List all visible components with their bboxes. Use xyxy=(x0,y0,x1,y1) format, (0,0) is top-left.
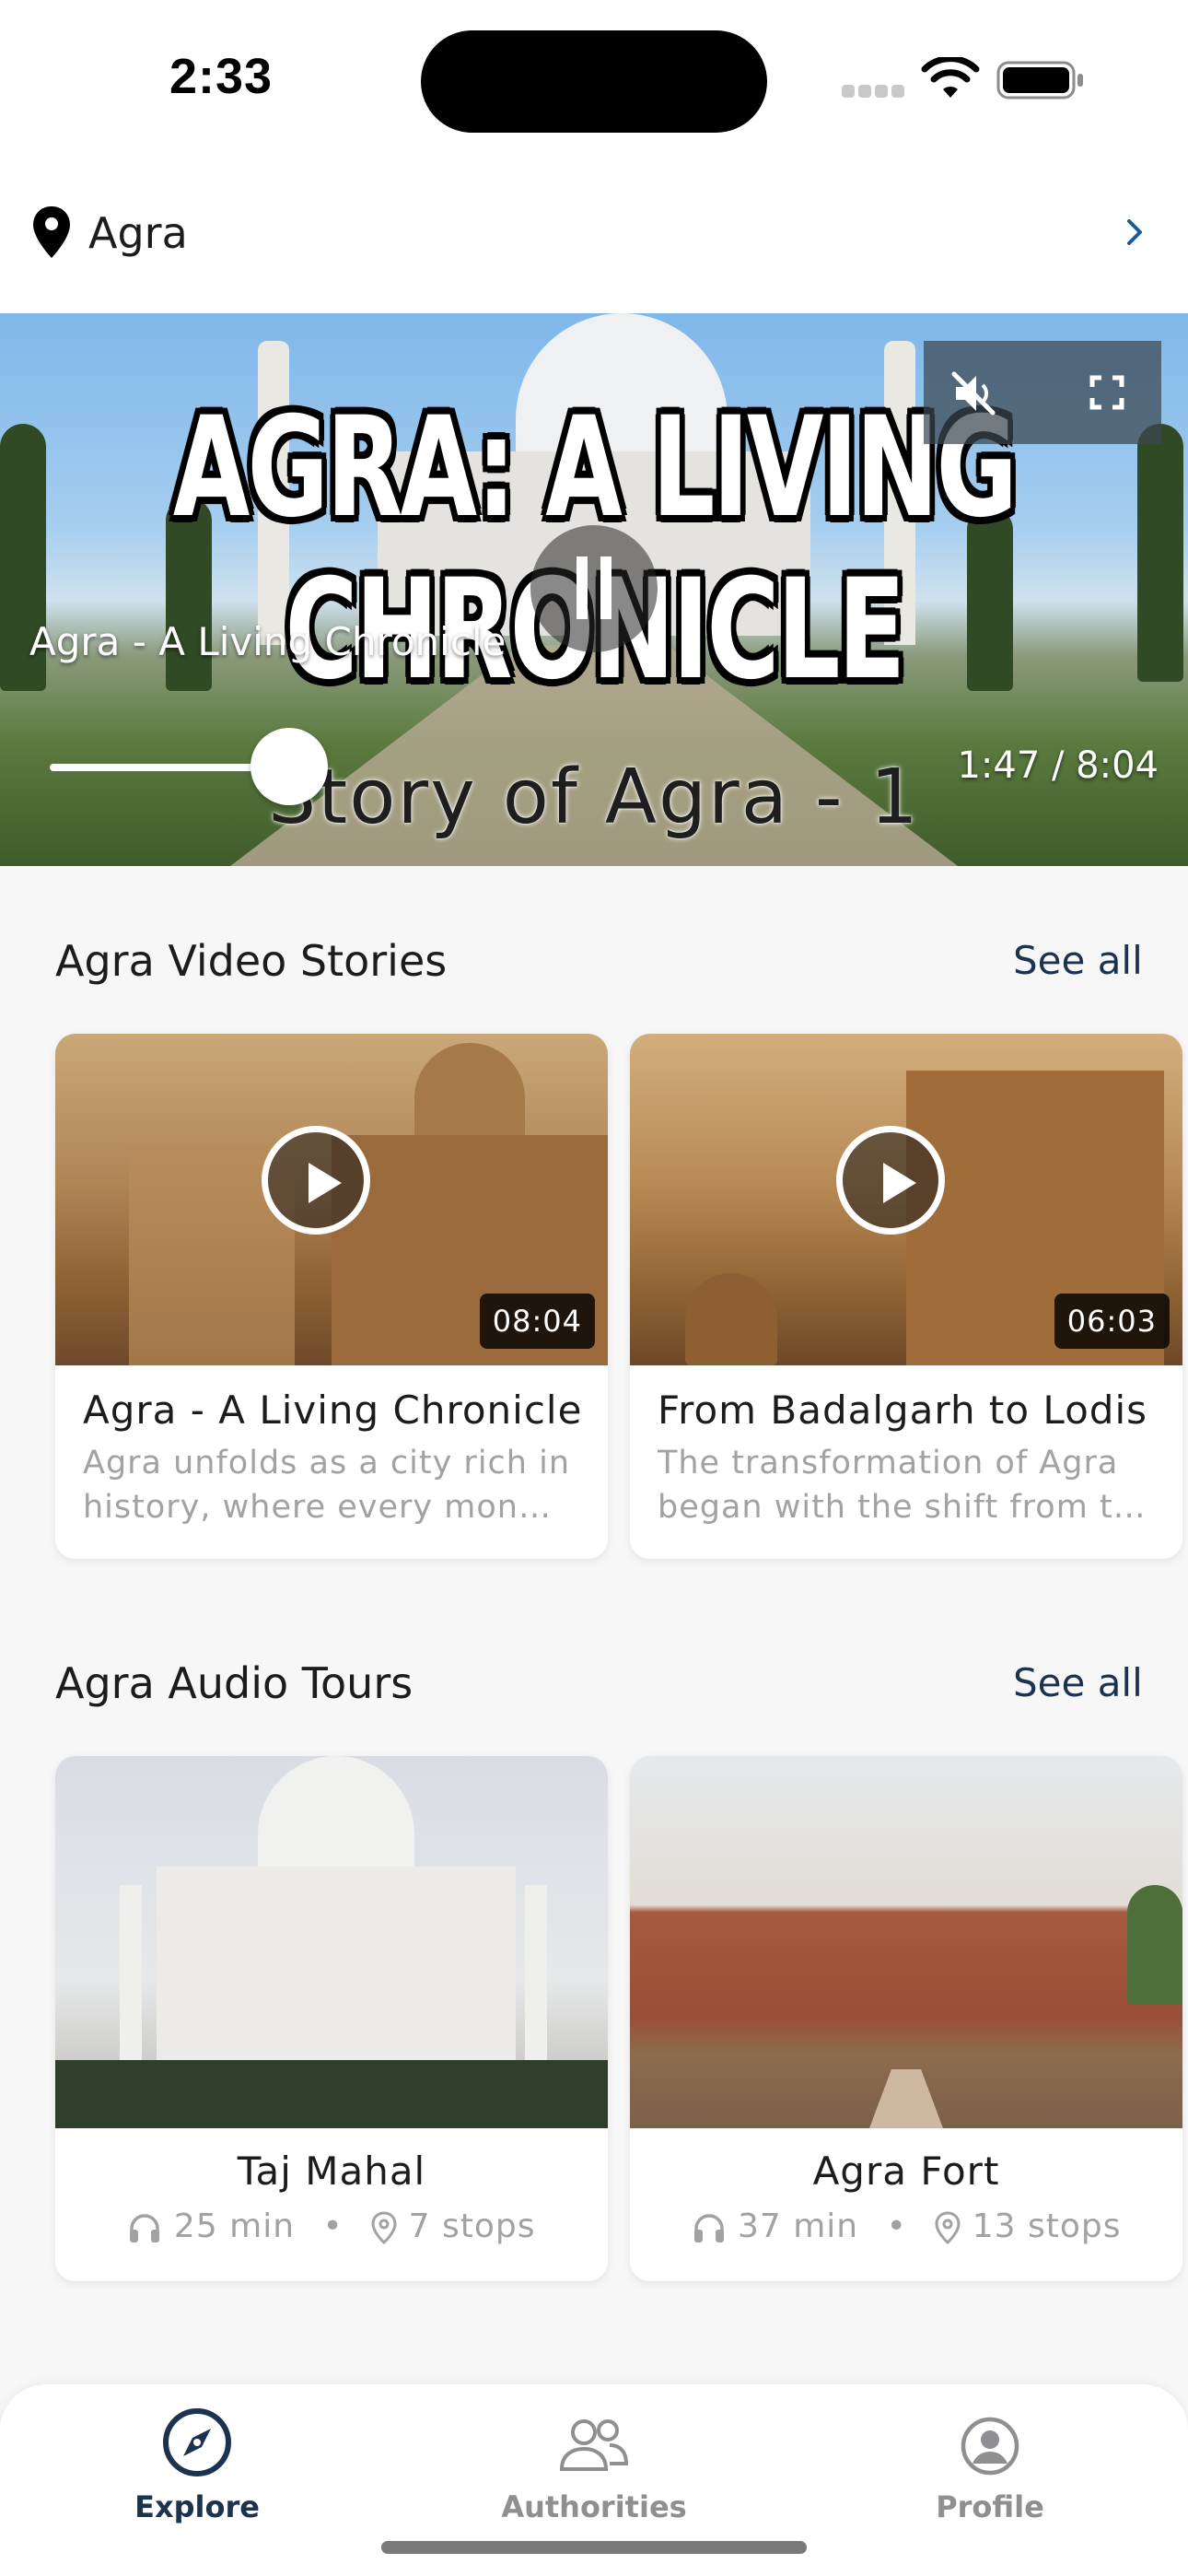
location-pin-icon xyxy=(33,206,70,258)
stop-pin-icon xyxy=(935,2211,961,2245)
audio-tour-title: Agra Fort xyxy=(812,2149,1000,2194)
mute-icon[interactable] xyxy=(949,369,998,418)
audio-tour-meta: 25 min • 7 stops xyxy=(55,2207,608,2245)
audio-tour-card[interactable]: Taj Mahal 25 min • 7 stops xyxy=(55,1756,608,2281)
tab-explore[interactable]: Explore xyxy=(87,2489,308,2524)
profile-icon[interactable] xyxy=(960,2416,1020,2476)
audio-tour-stops: 7 stops xyxy=(408,2207,536,2245)
audio-tour-duration: 37 min xyxy=(737,2207,859,2245)
stop-pin-icon xyxy=(371,2211,397,2245)
video-seek-thumb[interactable] xyxy=(250,728,328,805)
wifi-icon xyxy=(921,57,980,98)
audio-tour-meta: 37 min • 13 stops xyxy=(630,2207,1182,2245)
play-icon xyxy=(883,1163,916,1203)
audio-tours-title: Agra Audio Tours xyxy=(55,1658,413,1708)
video-duration: 08:04 xyxy=(479,1294,595,1349)
location-name[interactable]: Agra xyxy=(88,208,188,258)
cellular-signal-icon xyxy=(842,85,906,98)
play-button[interactable] xyxy=(262,1126,370,1235)
video-stories-see-all[interactable]: See all xyxy=(1013,938,1143,983)
fullscreen-icon[interactable] xyxy=(1089,374,1125,411)
audio-tour-stops: 13 stops xyxy=(972,2207,1122,2245)
battery-icon xyxy=(996,61,1083,100)
video-story-description: The transformation of Agra began with th… xyxy=(658,1445,1146,1526)
chevron-right-icon[interactable] xyxy=(1120,216,1147,249)
audio-tour-thumbnail xyxy=(630,1756,1182,2128)
headphones-icon xyxy=(130,2214,160,2242)
audio-tour-duration: 25 min xyxy=(173,2207,296,2245)
compass-icon[interactable] xyxy=(161,2406,233,2478)
tab-authorities[interactable]: Authorities xyxy=(483,2489,705,2524)
video-duration: 06:03 xyxy=(1054,1294,1170,1349)
tab-profile[interactable]: Profile xyxy=(879,2489,1101,2524)
audio-tour-title: Taj Mahal xyxy=(237,2149,426,2194)
video-story-card[interactable]: 08:04 Agra - A Living Chronicle Agra unf… xyxy=(55,1034,608,1559)
video-stories-title: Agra Video Stories xyxy=(55,936,448,986)
audio-tours-see-all[interactable]: See all xyxy=(1013,1660,1143,1705)
home-indicator xyxy=(381,2541,807,2554)
video-frame-tree xyxy=(1137,424,1183,682)
pause-icon xyxy=(577,556,611,619)
play-button[interactable] xyxy=(836,1126,945,1235)
status-time: 2:33 xyxy=(169,49,274,104)
video-story-description: Agra unfolds as a city rich in history, … xyxy=(83,1445,571,1526)
play-icon xyxy=(309,1163,342,1203)
audio-tour-thumbnail xyxy=(55,1756,608,2128)
headphones-icon xyxy=(693,2214,724,2242)
meta-separator: • xyxy=(322,2207,344,2245)
audio-tour-card[interactable]: Agra Fort 37 min • 13 stops xyxy=(630,1756,1182,2281)
video-story-title: From Badalgarh to Lodis xyxy=(658,1388,1148,1433)
video-time: 1:47 / 8:04 xyxy=(957,744,1159,787)
dynamic-island xyxy=(421,30,767,133)
people-icon[interactable] xyxy=(558,2416,630,2476)
video-story-title: Agra - A Living Chronicle xyxy=(83,1388,583,1433)
video-story-card[interactable]: 06:03 From Badalgarh to Lodis The transf… xyxy=(630,1034,1182,1559)
video-title-label: Agra - A Living Chronicle xyxy=(29,619,507,664)
meta-separator: • xyxy=(886,2207,907,2245)
